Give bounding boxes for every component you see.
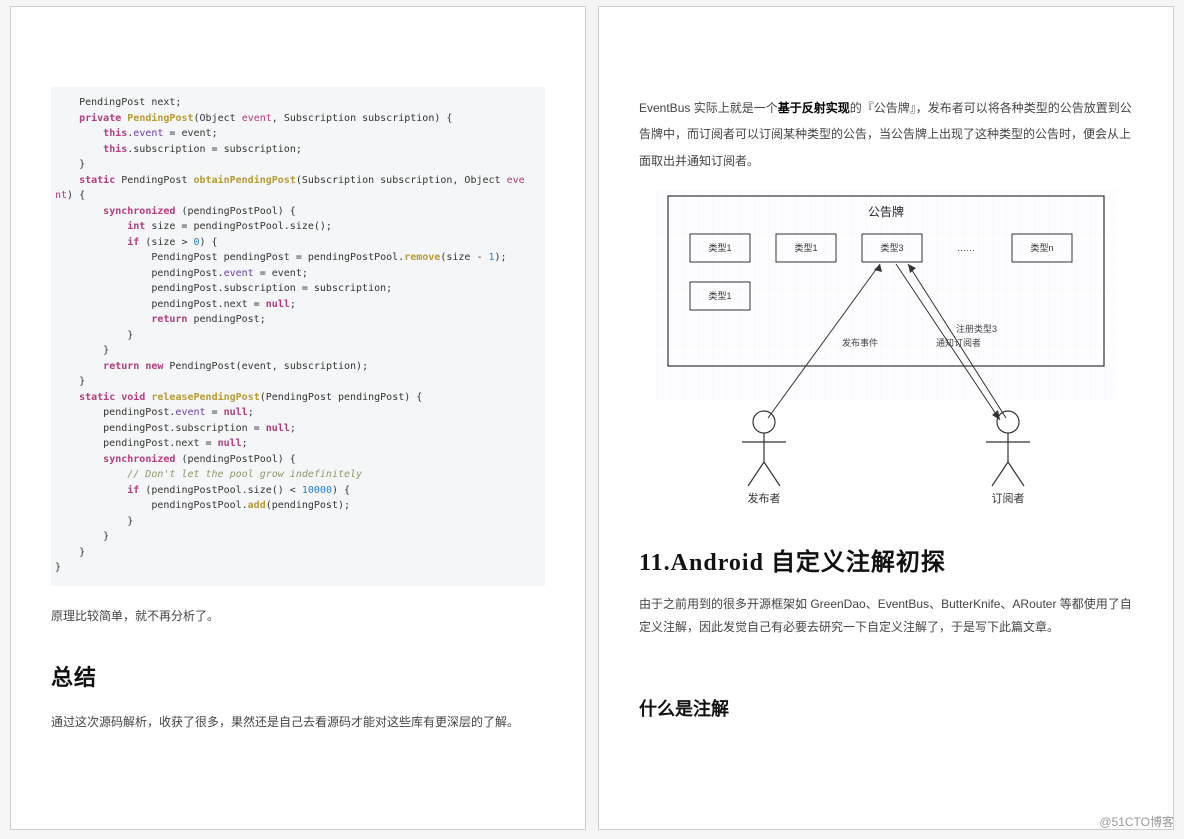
bulletin-board-diagram: 公告牌 类型1 类型1 类型3 …… 类型n 类型1 (656, 190, 1116, 506)
intro-pre: EventBus 实际上就是一个 (639, 101, 778, 115)
actor-right: 订阅者 (992, 492, 1025, 505)
box-2: 类型3 (880, 242, 903, 253)
label-publish: 发布事件 (842, 337, 878, 348)
label-notify: 通知订阅者 (936, 337, 981, 348)
document-spread: PendingPost next; private PendingPost(Ob… (10, 6, 1174, 830)
box-1: 类型1 (794, 242, 817, 253)
actor-left: 发布者 (748, 491, 781, 505)
box-3: 类型n (1030, 242, 1053, 253)
code-block: PendingPost next; private PendingPost(Ob… (51, 87, 545, 586)
intro-bold: 基于反射实现 (778, 101, 850, 115)
android-annotation-heading: 11.Android 自定义注解初探 (639, 542, 1133, 577)
label-register: 注册类型3 (956, 323, 997, 334)
right-page: EventBus 实际上就是一个基于反射实现的『公告牌』，发布者可以将各种类型的… (598, 6, 1174, 830)
summary-body: 通过这次源码解析，收获了很多，果然还是自己去看源码才能对这些库有更深层的了解。 (51, 710, 545, 734)
after-code-text: 原理比较简单，就不再分析了。 (51, 604, 545, 628)
annotation-intro: 由于之前用到的很多开源框架如 GreenDao、EventBus、ButterK… (639, 593, 1133, 639)
what-is-annotation-heading: 什么是注解 (639, 695, 1133, 721)
eventbus-intro: EventBus 实际上就是一个基于反射实现的『公告牌』，发布者可以将各种类型的… (639, 95, 1133, 174)
board-title: 公告牌 (868, 205, 904, 219)
summary-heading: 总结 (51, 660, 545, 692)
box-ellipsis: …… (957, 243, 975, 253)
box-0: 类型1 (708, 242, 731, 253)
watermark: @51CTO博客 (1099, 813, 1174, 830)
box-4: 类型1 (708, 290, 731, 301)
left-page: PendingPost next; private PendingPost(Ob… (10, 6, 586, 830)
